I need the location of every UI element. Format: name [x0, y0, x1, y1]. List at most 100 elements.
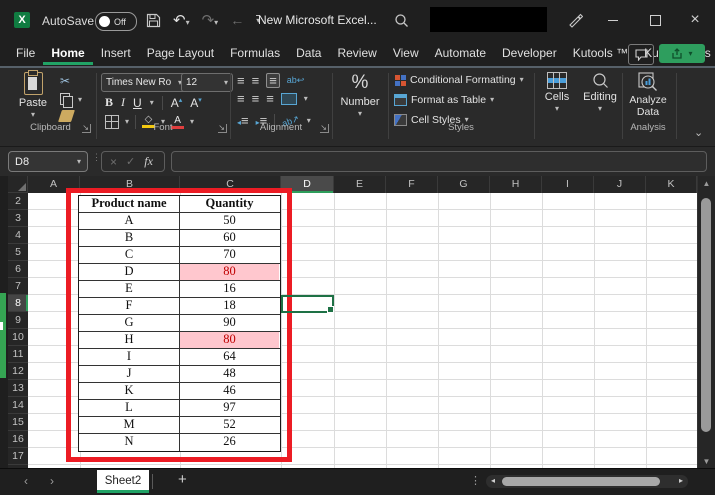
align-right-icon[interactable]: ≡ [266, 92, 274, 105]
row-header-selected[interactable]: 8 [8, 295, 28, 312]
name-box[interactable]: D8 ▾ [8, 151, 88, 172]
row-header[interactable]: 14 [8, 397, 28, 414]
column-header-f[interactable]: F [386, 176, 438, 193]
horizontal-scrollbar-thumb[interactable] [502, 477, 660, 486]
align-middle-icon[interactable]: ≡ [252, 74, 260, 87]
copy-icon[interactable] [60, 92, 73, 110]
underline-dropdown-icon[interactable]: ▾ [150, 98, 154, 107]
tab-data[interactable]: Data [288, 41, 329, 65]
format-as-table-button[interactable]: Format as Table ▾ [394, 94, 494, 106]
increase-font-size-icon[interactable]: A▴ [171, 96, 183, 110]
align-top-icon[interactable]: ≡ [237, 74, 245, 87]
draw-pen-icon[interactable] [567, 12, 583, 28]
tab-developer[interactable]: Developer [494, 41, 565, 65]
scroll-left-icon[interactable]: ◂ [491, 476, 495, 485]
scrollbar-grip-icon[interactable]: ⋮ [470, 474, 481, 487]
row-header[interactable]: 11 [8, 346, 28, 363]
cancel-entry-icon[interactable]: × [110, 155, 117, 169]
vertical-scrollbar-thumb[interactable] [701, 198, 711, 432]
bold-button[interactable]: B [105, 95, 113, 110]
tab-insert[interactable]: Insert [93, 41, 139, 65]
tab-automate[interactable]: Automate [427, 41, 494, 65]
row-header[interactable]: 9 [8, 312, 28, 329]
search-icon[interactable] [394, 13, 409, 28]
tab-home[interactable]: Home [43, 41, 92, 65]
scroll-up-icon[interactable]: ▲ [698, 179, 715, 188]
row-header[interactable]: 4 [8, 227, 28, 244]
copy-dropdown-icon[interactable]: ▾ [78, 96, 82, 104]
previous-sheet-icon[interactable]: ‹ [24, 474, 28, 488]
column-header-k[interactable]: K [646, 176, 697, 193]
paste-button[interactable]: Paste ▾ [16, 70, 50, 119]
row-header[interactable]: 15 [8, 414, 28, 431]
undo-icon[interactable]: ↶▾ [173, 11, 190, 29]
format-painter-icon[interactable] [58, 110, 75, 122]
vertical-scrollbar[interactable]: ▲ ▼ [697, 176, 715, 470]
row-header[interactable]: 13 [8, 380, 28, 397]
tab-formulas[interactable]: Formulas [222, 41, 288, 65]
tab-view[interactable]: View [385, 41, 427, 65]
merge-center-icon[interactable] [280, 92, 297, 105]
share-button[interactable]: ▾ [659, 44, 705, 63]
horizontal-scrollbar[interactable]: ◂ ▸ [486, 475, 688, 488]
row-header[interactable]: 5 [8, 244, 28, 261]
comments-button[interactable] [628, 44, 654, 65]
row-header[interactable]: 6 [8, 261, 28, 278]
close-button[interactable]: × [682, 7, 708, 33]
tab-page-layout[interactable]: Page Layout [139, 41, 222, 65]
merge-dropdown-icon[interactable]: ▾ [304, 94, 308, 103]
alignment-dialog-launcher-icon[interactable]: ↘ [320, 124, 329, 133]
conditional-formatting-button[interactable]: Conditional Formatting ▾ [394, 74, 524, 86]
decrease-font-size-icon[interactable]: A▾ [190, 96, 202, 110]
ribbon-collapse-chevron-icon[interactable]: ⌄ [694, 128, 703, 139]
redo-icon[interactable]: ↷▾ [202, 11, 219, 29]
row-header[interactable]: 12 [8, 363, 28, 380]
column-header-j[interactable]: J [594, 176, 646, 193]
row-header[interactable]: 17 [8, 448, 28, 465]
analyze-data-button[interactable]: Analyze Data [626, 72, 670, 118]
clipboard-dialog-launcher-icon[interactable]: ↘ [82, 124, 91, 133]
cut-icon[interactable]: ✂ [60, 74, 70, 88]
column-header-i[interactable]: I [542, 176, 594, 193]
scroll-right-icon[interactable]: ▸ [679, 476, 683, 485]
cells-group-button[interactable]: Cells ▾ [538, 72, 576, 113]
italic-button[interactable]: I [121, 95, 125, 110]
column-header-h[interactable]: H [490, 176, 542, 193]
formula-bar-grip-icon[interactable]: ⋮ [92, 153, 101, 162]
excel-app-icon[interactable]: X [14, 12, 30, 28]
editing-group-button[interactable]: Editing ▾ [580, 72, 620, 113]
scroll-down-icon[interactable]: ▼ [698, 457, 715, 466]
sheet-tab-sheet2[interactable]: Sheet2 [97, 470, 149, 493]
confirm-entry-icon[interactable]: ✓ [126, 155, 135, 168]
autosave-toggle[interactable]: Off [95, 12, 137, 31]
tab-kutools[interactable]: Kutools ™ [565, 41, 636, 65]
align-center-icon[interactable]: ≡ [252, 92, 260, 105]
next-sheet-icon[interactable]: › [50, 474, 54, 488]
back-arrow-icon[interactable]: ← [230, 12, 244, 28]
selected-cell-d8[interactable] [281, 295, 334, 313]
wrap-text-icon[interactable]: ab↩ [287, 75, 305, 86]
minimize-button[interactable] [600, 7, 626, 33]
tab-review[interactable]: Review [329, 41, 384, 65]
add-sheet-icon[interactable]: + [178, 471, 187, 488]
align-bottom-icon[interactable]: ≡ [266, 73, 280, 88]
maximize-button[interactable] [642, 7, 668, 33]
row-header[interactable]: 7 [8, 278, 28, 295]
column-header-e[interactable]: E [334, 176, 386, 193]
select-all-corner[interactable] [8, 176, 28, 193]
align-left-icon[interactable]: ≡ [237, 92, 245, 105]
row-header[interactable]: 16 [8, 431, 28, 448]
underline-button[interactable]: U [133, 96, 142, 110]
font-dialog-launcher-icon[interactable]: ↘ [218, 124, 227, 133]
number-group-button[interactable]: % Number ▾ [336, 72, 384, 118]
row-header[interactable]: 10 [8, 329, 28, 346]
column-header-g[interactable]: G [438, 176, 490, 193]
insert-function-icon[interactable]: fx [144, 154, 153, 169]
font-size-combo[interactable]: 12 ▾ [181, 73, 233, 92]
formula-input[interactable] [171, 151, 707, 172]
tab-file[interactable]: File [8, 41, 43, 65]
font-name-combo[interactable]: Times New Ro ▾ [101, 73, 187, 92]
fill-handle[interactable] [327, 306, 334, 313]
row-header[interactable]: 2 [8, 193, 28, 210]
row-header[interactable]: 3 [8, 210, 28, 227]
